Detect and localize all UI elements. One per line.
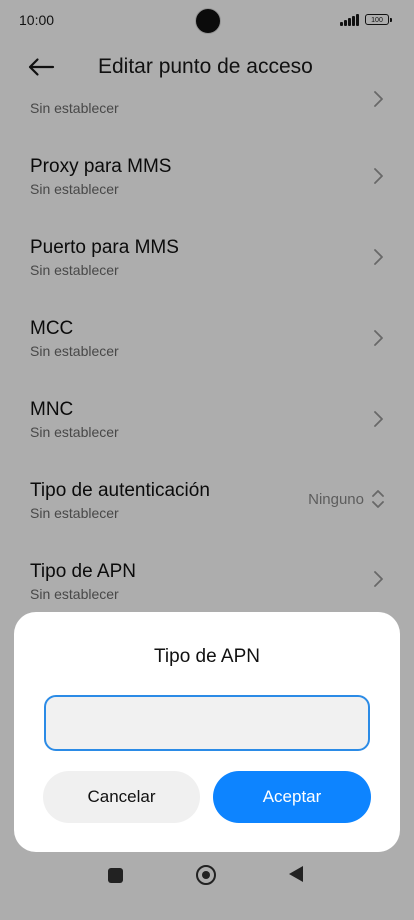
home-icon[interactable] <box>196 865 216 885</box>
dialog-title: Tipo de APN <box>154 646 260 667</box>
screen: 10:00 100 Editar punto de acceso Sin est… <box>0 0 414 920</box>
back-triangle-icon[interactable] <box>289 866 303 882</box>
recent-apps-icon[interactable] <box>108 868 123 883</box>
cancel-button[interactable]: Cancelar <box>43 771 200 823</box>
apn-type-input[interactable] <box>44 695 370 751</box>
apn-type-dialog: Tipo de APN Cancelar Aceptar <box>14 612 400 852</box>
navigation-bar <box>0 852 414 920</box>
accept-button[interactable]: Aceptar <box>213 771 371 823</box>
